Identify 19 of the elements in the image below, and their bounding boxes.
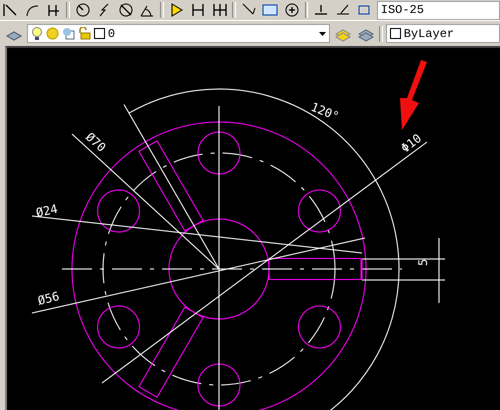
dimension-label: Ø24 — [34, 202, 59, 220]
arrow-icon — [400, 60, 427, 130]
color-dropdown[interactable]: ByLayer — [386, 24, 500, 43]
sun-icon — [46, 27, 59, 40]
dimension-label: 120° — [308, 100, 341, 124]
lightbulb-icon — [30, 26, 43, 40]
dimension-label: Ø70 — [83, 130, 108, 155]
center-mark-icon[interactable] — [283, 1, 301, 19]
caret-icon — [318, 32, 326, 36]
dimension-style-dropdown[interactable]: ISO-25 — [376, 0, 500, 20]
dimension-label: 5 — [416, 258, 430, 266]
padlock-icon — [78, 27, 91, 40]
layer-name: 0 — [108, 26, 116, 40]
dimension-label: Ø56 — [36, 289, 61, 308]
color-swatch — [94, 28, 105, 39]
diameter-icon[interactable] — [117, 1, 135, 19]
dimension-label: Φ10 — [398, 131, 424, 156]
radius-icon[interactable] — [74, 1, 92, 19]
layer-dropdown[interactable]: 0 — [26, 24, 330, 43]
